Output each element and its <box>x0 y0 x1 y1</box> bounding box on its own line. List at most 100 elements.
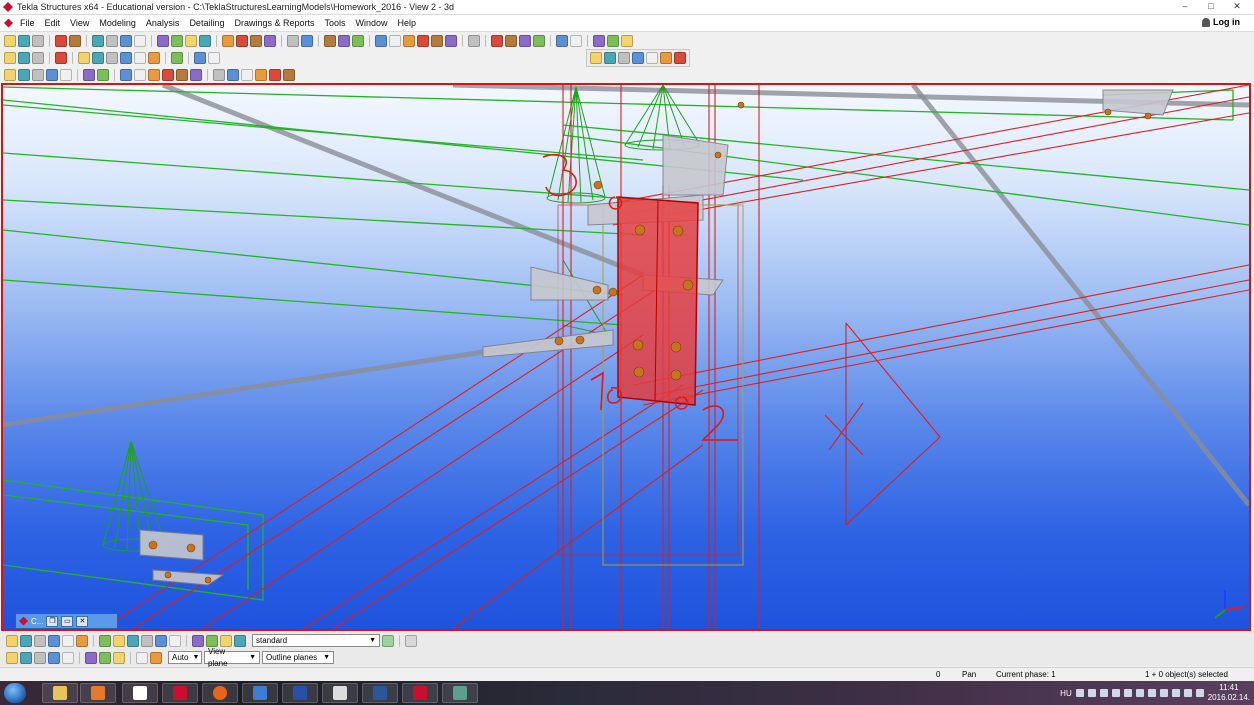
toolbar-tool-icon[interactable] <box>208 51 220 64</box>
menu-detailing[interactable]: Detailing <box>184 18 229 28</box>
toolbar-tool-icon[interactable] <box>60 68 72 81</box>
menu-analysis[interactable]: Analysis <box>141 18 185 28</box>
red-beam-4[interactable] <box>632 264 1249 386</box>
toolbar-tool-icon[interactable] <box>646 52 658 64</box>
toolbar-tool-icon[interactable] <box>250 34 262 47</box>
toolbar-tool-icon[interactable] <box>389 34 401 47</box>
bolt[interactable] <box>186 543 196 553</box>
toolbar-tool-icon[interactable] <box>134 68 146 81</box>
toolbar-tool-icon[interactable] <box>190 68 202 81</box>
battery-icon[interactable] <box>1183 689 1192 697</box>
red-brace-6[interactable] <box>452 444 704 629</box>
filter-settings-icon[interactable] <box>382 634 394 647</box>
toolbar-tool-icon[interactable] <box>32 51 44 64</box>
toolbar-tool-icon[interactable] <box>32 34 44 47</box>
bolt[interactable] <box>737 101 745 109</box>
pointer-icon[interactable] <box>405 634 417 647</box>
toolbar-tool-icon[interactable] <box>99 651 111 664</box>
menu-view[interactable]: View <box>65 18 94 28</box>
taskbar-window[interactable] <box>442 683 478 703</box>
gusset-plate-6[interactable] <box>1102 89 1174 116</box>
red-grid-plane[interactable] <box>845 322 941 526</box>
toolbar-tool-icon[interactable] <box>113 634 125 647</box>
toolbar-tool-icon[interactable] <box>20 634 32 647</box>
bolt[interactable] <box>164 571 172 579</box>
toolbar-tool-icon[interactable] <box>176 68 188 81</box>
bolt[interactable] <box>608 287 618 297</box>
toolbar-tool-icon[interactable] <box>148 51 160 64</box>
taskbar-media-player[interactable] <box>80 683 116 703</box>
toolbar-tool-icon[interactable] <box>62 634 74 647</box>
bolt[interactable] <box>1144 112 1152 120</box>
toolbar-tool-icon[interactable] <box>106 51 118 64</box>
toolbar-tool-icon[interactable] <box>213 68 225 81</box>
bolt[interactable] <box>593 180 603 190</box>
menu-drawings-reports[interactable]: Drawings & Reports <box>229 18 319 28</box>
toolbar-tool-icon[interactable] <box>287 34 299 47</box>
start-button[interactable] <box>4 683 26 703</box>
maximize-small-button[interactable]: ▭ <box>61 615 74 627</box>
toolbar-tool-icon[interactable] <box>352 34 364 47</box>
menu-modeling[interactable]: Modeling <box>94 18 141 28</box>
toolbar-tool-icon[interactable] <box>120 68 132 81</box>
toolbar-tool-icon[interactable] <box>301 34 313 47</box>
close-button[interactable]: ✕ <box>1226 0 1248 12</box>
close-small-button[interactable]: ✕ <box>76 615 89 627</box>
bolt[interactable] <box>592 285 602 295</box>
skype-icon[interactable] <box>1147 689 1156 697</box>
bolt[interactable] <box>682 279 694 291</box>
toolbar-tool-icon[interactable] <box>46 68 58 81</box>
toolbar-tool-icon[interactable] <box>134 51 146 64</box>
menu-window[interactable]: Window <box>351 18 393 28</box>
toolbar-tool-icon[interactable] <box>62 651 74 664</box>
toolbar-tool-icon[interactable] <box>4 68 16 81</box>
green-beam-4[interactable] <box>3 152 644 201</box>
security-icon[interactable] <box>1099 689 1108 697</box>
outline-planes-select[interactable]: Outline planes ▼ <box>262 651 334 664</box>
toolbar-tool-icon[interactable] <box>92 51 104 64</box>
toolbar-tool-icon[interactable] <box>590 52 602 64</box>
wifi-icon[interactable] <box>1159 689 1168 697</box>
toolbar-tool-icon[interactable] <box>48 651 60 664</box>
toolbar-tool-icon[interactable] <box>192 634 204 647</box>
base-plate-2[interactable] <box>152 569 225 586</box>
red-brace-4[interactable] <box>332 389 704 629</box>
bolt[interactable] <box>633 366 645 378</box>
toolbar-tool-icon[interactable] <box>136 651 148 664</box>
menu-file[interactable]: File <box>15 18 40 28</box>
taskbar-pdf[interactable] <box>322 683 358 703</box>
toolbar-tool-icon[interactable] <box>199 34 211 47</box>
toolbar-tool-icon[interactable] <box>106 34 118 47</box>
clock[interactable]: 11:41 2016.02.14. <box>1208 683 1250 703</box>
model-view-3d[interactable] <box>1 83 1251 631</box>
toolbar-tool-icon[interactable] <box>169 634 181 647</box>
toolbar-tool-icon[interactable] <box>34 634 46 647</box>
toolbar-tool-icon[interactable] <box>194 51 206 64</box>
menu-tools[interactable]: Tools <box>320 18 351 28</box>
bolt[interactable] <box>148 540 158 550</box>
green-beam-1[interactable] <box>3 86 1234 121</box>
work-plane-select[interactable]: View plane ▼ <box>204 647 260 668</box>
toolbar-tool-icon[interactable] <box>222 34 234 47</box>
menu-edit[interactable]: Edit <box>40 18 66 28</box>
bolt[interactable] <box>575 335 585 345</box>
network-tray-icon[interactable] <box>1123 689 1132 697</box>
toolbar-tool-icon[interactable] <box>34 651 46 664</box>
toolbar-tool-icon[interactable] <box>6 634 18 647</box>
bolt[interactable] <box>670 341 682 353</box>
snap-mode-select[interactable]: Auto ▼ <box>168 651 202 664</box>
toolbar-tool-icon[interactable] <box>69 34 81 47</box>
toolbar-tool-icon[interactable] <box>127 634 139 647</box>
toolbar-tool-icon[interactable] <box>593 34 605 47</box>
toolbar-tool-icon[interactable] <box>48 634 60 647</box>
toolbar-tool-icon[interactable] <box>92 34 104 47</box>
toolbar-tool-icon[interactable] <box>445 34 457 47</box>
toolbar-tool-icon[interactable] <box>505 34 517 47</box>
bolt[interactable] <box>672 225 684 237</box>
toolbar-tool-icon[interactable] <box>533 34 545 47</box>
toolbar-tool-icon[interactable] <box>264 34 276 47</box>
toolbar-tool-icon[interactable] <box>113 651 125 664</box>
toolbar-tool-icon[interactable] <box>134 34 146 47</box>
toolbar-tool-icon[interactable] <box>403 34 415 47</box>
green-beam-7[interactable] <box>3 279 624 326</box>
